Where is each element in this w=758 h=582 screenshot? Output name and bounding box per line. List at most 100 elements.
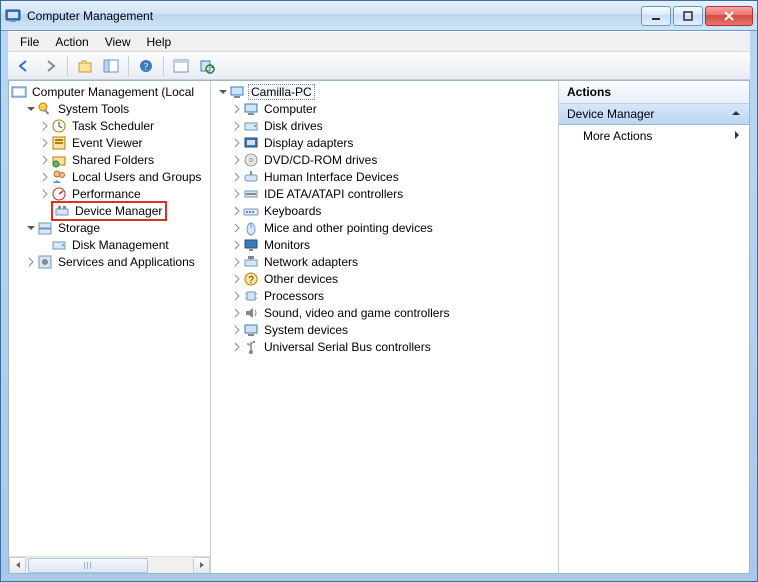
cat-other[interactable]: ? Other devices	[215, 270, 558, 287]
expand-arrow-icon[interactable]	[231, 290, 243, 302]
computer-icon	[229, 84, 245, 100]
show-hide-tree-button[interactable]	[99, 54, 123, 78]
expand-arrow-icon[interactable]	[231, 188, 243, 200]
expand-arrow-icon[interactable]	[231, 341, 243, 353]
cat-sound[interactable]: Sound, video and game controllers	[215, 304, 558, 321]
expand-arrow-icon[interactable]	[231, 120, 243, 132]
actions-pane: Actions Device Manager More Actions	[559, 81, 749, 573]
help-button[interactable]: ?	[134, 54, 158, 78]
maximize-button[interactable]	[673, 6, 703, 26]
forward-button[interactable]	[38, 54, 62, 78]
tree-root[interactable]: Computer Management (Local	[9, 83, 210, 100]
collapse-icon	[731, 107, 741, 121]
expand-arrow-icon[interactable]	[231, 171, 243, 183]
refresh-button[interactable]	[195, 54, 219, 78]
tree-label: Local Users and Groups	[70, 170, 203, 184]
display-icon	[243, 135, 259, 151]
scroll-left-button[interactable]	[9, 557, 26, 574]
cat-system[interactable]: System devices	[215, 321, 558, 338]
performance-icon	[51, 186, 67, 202]
tree-device-manager[interactable]: Device Manager	[9, 202, 210, 219]
properties-button[interactable]	[169, 54, 193, 78]
cat-mice[interactable]: Mice and other pointing devices	[215, 219, 558, 236]
expand-arrow-icon[interactable]	[39, 120, 51, 132]
tree-root-label: Computer Management (Local	[30, 85, 196, 99]
expand-arrow-icon[interactable]	[231, 103, 243, 115]
expand-arrow-icon[interactable]	[39, 188, 51, 200]
up-button[interactable]	[73, 54, 97, 78]
tree-local-users[interactable]: Local Users and Groups	[9, 168, 210, 185]
cat-ide[interactable]: IDE ATA/ATAPI controllers	[215, 185, 558, 202]
actions-context-label: Device Manager	[567, 107, 654, 121]
cat-display-adapters[interactable]: Display adapters	[215, 134, 558, 151]
computer-icon	[243, 101, 259, 117]
tree-system-tools[interactable]: System Tools	[9, 100, 210, 117]
expand-arrow-icon[interactable]	[231, 154, 243, 166]
cat-label: Computer	[262, 102, 319, 116]
cat-label: System devices	[262, 323, 350, 337]
cat-label: DVD/CD-ROM drives	[262, 153, 379, 167]
expand-arrow-icon[interactable]	[39, 154, 51, 166]
menu-view[interactable]: View	[97, 33, 139, 51]
tree-label: Event Viewer	[70, 136, 144, 150]
expand-arrow-icon[interactable]	[231, 222, 243, 234]
collapse-arrow-icon[interactable]	[217, 86, 229, 98]
toolbar: ?	[8, 52, 750, 80]
dvd-icon	[243, 152, 259, 168]
cat-computer[interactable]: Computer	[215, 100, 558, 117]
minimize-button[interactable]	[641, 6, 671, 26]
hid-icon	[243, 169, 259, 185]
expand-arrow-icon[interactable]	[231, 137, 243, 149]
cat-disk-drives[interactable]: Disk drives	[215, 117, 558, 134]
close-button[interactable]	[705, 6, 753, 26]
services-icon	[37, 254, 53, 270]
expand-arrow-icon[interactable]	[25, 256, 37, 268]
back-button[interactable]	[12, 54, 36, 78]
device-tree-pane: Camilla-PC Computer Disk drives Display …	[211, 81, 559, 573]
scroll-right-button[interactable]	[193, 557, 210, 574]
tree-event-viewer[interactable]: Event Viewer	[9, 134, 210, 151]
expand-arrow-icon[interactable]	[231, 239, 243, 251]
tree-disk-management[interactable]: Disk Management	[9, 236, 210, 253]
scroll-thumb[interactable]	[28, 558, 148, 573]
collapse-arrow-icon[interactable]	[25, 222, 37, 234]
expand-arrow-icon[interactable]	[39, 137, 51, 149]
expand-arrow-icon[interactable]	[231, 205, 243, 217]
cat-processors[interactable]: Processors	[215, 287, 558, 304]
cat-keyboards[interactable]: Keyboards	[215, 202, 558, 219]
cat-dvd[interactable]: DVD/CD-ROM drives	[215, 151, 558, 168]
expand-arrow-icon[interactable]	[231, 324, 243, 336]
cat-monitors[interactable]: Monitors	[215, 236, 558, 253]
horizontal-scrollbar[interactable]	[9, 556, 210, 573]
menu-help[interactable]: Help	[139, 33, 180, 51]
window-title: Computer Management	[27, 9, 639, 23]
tree-shared-folders[interactable]: Shared Folders	[9, 151, 210, 168]
expand-arrow-icon[interactable]	[231, 307, 243, 319]
usb-icon	[243, 339, 259, 355]
expand-arrow-icon[interactable]	[39, 171, 51, 183]
cat-label: Mice and other pointing devices	[262, 221, 435, 235]
collapse-arrow-icon[interactable]	[25, 103, 37, 115]
expand-arrow-icon[interactable]	[231, 256, 243, 268]
tree-performance[interactable]: Performance	[9, 185, 210, 202]
tree-label: Disk Management	[70, 238, 171, 252]
tree-task-scheduler[interactable]: Task Scheduler	[9, 117, 210, 134]
event-icon	[51, 135, 67, 151]
cat-usb[interactable]: Universal Serial Bus controllers	[215, 338, 558, 355]
cat-hid[interactable]: Human Interface Devices	[215, 168, 558, 185]
device-root[interactable]: Camilla-PC	[215, 83, 558, 100]
menu-file[interactable]: File	[12, 33, 47, 51]
cpu-icon	[243, 288, 259, 304]
expand-arrow-icon[interactable]	[231, 273, 243, 285]
menu-action[interactable]: Action	[47, 33, 96, 51]
cat-network[interactable]: Network adapters	[215, 253, 558, 270]
shared-folder-icon	[51, 152, 67, 168]
mmc-icon	[11, 84, 27, 100]
device-root-label: Camilla-PC	[248, 84, 315, 100]
clock-icon	[51, 118, 67, 134]
actions-context[interactable]: Device Manager	[559, 104, 749, 125]
mouse-icon	[243, 220, 259, 236]
actions-more[interactable]: More Actions	[559, 125, 749, 147]
tree-storage[interactable]: Storage	[9, 219, 210, 236]
tree-services-apps[interactable]: Services and Applications	[9, 253, 210, 270]
